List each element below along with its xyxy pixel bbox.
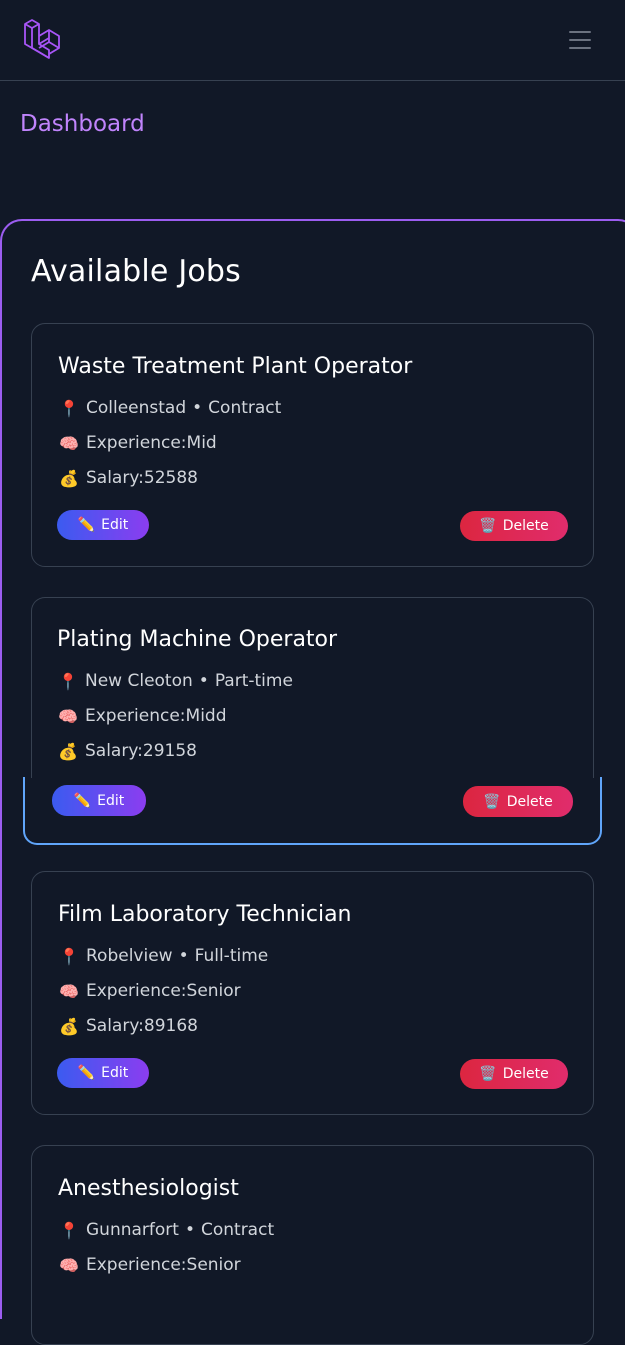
- edit-label: Edit: [101, 517, 129, 533]
- job-location: Gunnarfort: [86, 1220, 179, 1240]
- money-bag-icon: 💰: [58, 741, 78, 761]
- job-card: Waste Treatment Plant Operator 📍 Colleen…: [31, 323, 594, 567]
- money-bag-icon: 💰: [59, 1016, 79, 1036]
- job-title: Waste Treatment Plant Operator: [58, 354, 413, 379]
- job-title: Film Laboratory Technician: [58, 902, 352, 927]
- job-experience: Senior: [186, 981, 241, 1001]
- experience-label: Experience:: [86, 433, 187, 453]
- salary-label: Salary:: [85, 741, 143, 761]
- job-location: New Cleoton: [85, 671, 193, 691]
- trash-icon: 🗑️: [483, 793, 501, 810]
- job-card: Film Laboratory Technician 📍 Robelview •…: [31, 871, 594, 1115]
- delete-button[interactable]: 🗑️ Delete: [460, 1059, 568, 1089]
- job-card: Anesthesiologist 📍 Gunnarfort • Contract…: [31, 1145, 594, 1345]
- delete-label: Delete: [502, 1066, 549, 1082]
- location-pin-icon: 📍: [59, 946, 79, 966]
- job-experience-row: 🧠 Experience: Senior: [58, 1255, 241, 1275]
- pencil-icon: ✏️: [77, 517, 96, 533]
- edit-button[interactable]: ✏️ Edit: [52, 785, 146, 816]
- pencil-icon: ✏️: [77, 1065, 96, 1081]
- job-location: Colleenstad: [86, 398, 187, 418]
- job-salary: 29158: [142, 741, 197, 761]
- job-location: Robelview: [86, 946, 173, 966]
- brain-icon: 🧠: [58, 706, 78, 726]
- trash-icon: 🗑️: [479, 1066, 497, 1082]
- separator: •: [184, 1220, 195, 1240]
- edit-label: Edit: [101, 1065, 129, 1081]
- job-location-row: 📍 Gunnarfort • Contract: [58, 1220, 274, 1240]
- laravel-logo-icon[interactable]: [22, 18, 66, 62]
- pencil-icon: ✏️: [73, 792, 92, 809]
- job-salary: 89168: [143, 1016, 198, 1036]
- location-pin-icon: 📍: [59, 1220, 79, 1240]
- job-type: Full-time: [194, 946, 269, 966]
- location-pin-icon: 📍: [58, 671, 78, 691]
- job-experience-row: 🧠 Experience: Mid: [58, 433, 217, 453]
- job-experience: Senior: [186, 1255, 241, 1275]
- delete-button[interactable]: 🗑️ Delete: [463, 786, 573, 817]
- dashboard-link[interactable]: Dashboard: [20, 111, 145, 137]
- job-experience-row: 🧠 Experience: Senior: [58, 981, 241, 1001]
- job-card: Plating Machine Operator 📍 New Cleoton •…: [31, 597, 594, 841]
- job-type: Part-time: [214, 671, 293, 691]
- job-salary-row: 💰 Salary: 89168: [58, 1016, 198, 1036]
- money-bag-icon: 💰: [59, 468, 79, 488]
- job-salary: 52588: [143, 468, 198, 488]
- delete-button[interactable]: 🗑️ Delete: [460, 511, 568, 541]
- edit-button[interactable]: ✏️ Edit: [57, 510, 149, 540]
- job-type: Contract: [200, 1220, 275, 1240]
- trash-icon: 🗑️: [479, 518, 497, 534]
- delete-label: Delete: [506, 793, 553, 810]
- salary-label: Salary:: [86, 1016, 144, 1036]
- hamburger-menu-icon[interactable]: [567, 29, 593, 51]
- edit-button[interactable]: ✏️ Edit: [57, 1058, 149, 1088]
- job-type: Contract: [208, 398, 282, 418]
- separator: •: [192, 398, 203, 418]
- separator: •: [198, 671, 209, 691]
- brain-icon: 🧠: [59, 1255, 79, 1275]
- job-location-row: 📍 Robelview • Full-time: [58, 946, 268, 966]
- job-title: Plating Machine Operator: [57, 627, 338, 652]
- job-salary-row: 💰 Salary: 29158: [57, 741, 197, 761]
- job-location-row: 📍 New Cleoton • Part-time: [57, 671, 293, 691]
- location-pin-icon: 📍: [59, 398, 79, 418]
- job-location-row: 📍 Colleenstad • Contract: [58, 398, 281, 418]
- job-title: Anesthesiologist: [58, 1176, 239, 1201]
- experience-label: Experience:: [86, 981, 187, 1001]
- salary-label: Salary:: [86, 468, 144, 488]
- top-nav-bar: [0, 0, 625, 81]
- experience-label: Experience:: [86, 1255, 187, 1275]
- job-experience-row: 🧠 Experience: Midd: [57, 706, 227, 726]
- page-title: Available Jobs: [31, 254, 242, 289]
- experience-label: Experience:: [85, 706, 186, 726]
- job-experience: Midd: [185, 706, 227, 726]
- brain-icon: 🧠: [59, 981, 79, 1001]
- edit-label: Edit: [97, 792, 125, 809]
- job-experience: Mid: [186, 433, 217, 453]
- delete-label: Delete: [502, 518, 549, 534]
- separator: •: [178, 946, 189, 966]
- brain-icon: 🧠: [59, 433, 79, 453]
- job-salary-row: 💰 Salary: 52588: [58, 468, 198, 488]
